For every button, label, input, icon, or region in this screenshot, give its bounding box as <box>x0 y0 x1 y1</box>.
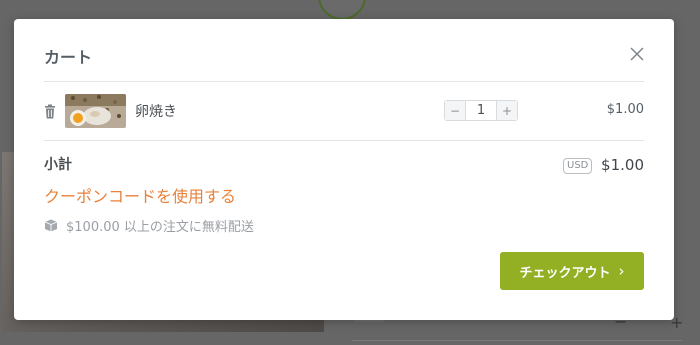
background-divider <box>352 340 682 341</box>
item-price: $1.00 <box>606 102 644 117</box>
cart-modal: カート 卵焼き − 1 + $1.00 小計 USD $1.00 クーポンコード… <box>14 19 674 320</box>
background-logo <box>318 0 366 20</box>
remove-item-button[interactable] <box>43 104 57 120</box>
free-shipping-note: $100.00 以上の注文に無料配送 <box>44 216 254 235</box>
currency-badge: USD <box>563 158 593 174</box>
divider <box>44 81 644 82</box>
modal-title: カート <box>44 48 93 67</box>
checkout-button[interactable]: チェックアウト › <box>500 252 644 290</box>
quantity-input[interactable] <box>466 101 496 120</box>
food-image <box>65 94 126 128</box>
subtotal-price: $1.00 <box>601 156 644 174</box>
trash-icon <box>45 104 55 119</box>
coupon-code-link[interactable]: クーポンコードを使用する <box>44 183 236 207</box>
item-thumbnail <box>65 94 126 128</box>
divider <box>44 140 644 141</box>
box-icon <box>44 219 58 232</box>
decrease-quantity-button[interactable]: − <box>445 101 466 120</box>
item-name: 卵焼き <box>135 104 177 120</box>
increase-quantity-button[interactable]: + <box>496 101 517 120</box>
shipping-text: $100.00 以上の注文に無料配送 <box>66 220 254 235</box>
quantity-stepper: − + <box>444 100 518 121</box>
subtotal-label: 小計 <box>44 157 72 173</box>
chevron-right-icon: › <box>618 262 625 280</box>
checkout-label: チェックアウト <box>519 265 611 281</box>
close-icon <box>630 47 644 61</box>
close-button[interactable] <box>626 43 648 65</box>
